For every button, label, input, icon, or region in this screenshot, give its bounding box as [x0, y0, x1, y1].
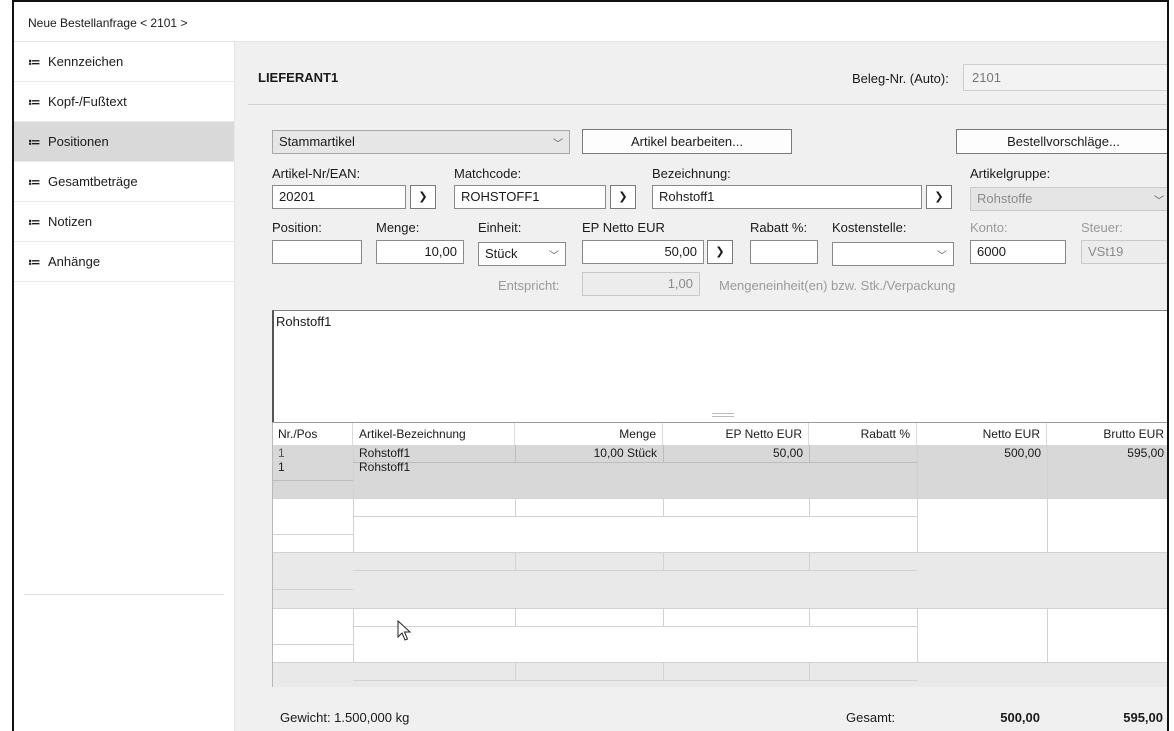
cell-menge: 10,00 Stück	[593, 446, 657, 460]
table-row-empty[interactable]	[273, 662, 1167, 688]
list-icon: ≔	[28, 134, 41, 149]
col-header-netto[interactable]: Netto EUR	[917, 423, 1047, 445]
artikelnr-label: Artikel-Nr/EAN:	[272, 166, 361, 181]
matchcode-label: Matchcode:	[454, 166, 522, 181]
table-row-empty[interactable]	[273, 552, 1167, 608]
splitter-grip[interactable]	[712, 413, 734, 417]
sidebar-item-gesamtbetraege[interactable]: ≔ Gesamtbeträge	[14, 162, 234, 202]
cell-nr: 1	[278, 446, 285, 460]
chevron-down-icon: ﹀	[1154, 196, 1164, 207]
total-brutto: 595,00	[1123, 710, 1163, 725]
konto-label: Konto:	[970, 220, 1008, 235]
cell-bezeichnung: Rohstoff1	[359, 446, 411, 460]
bezeichnung-label: Bezeichnung:	[652, 166, 731, 181]
ep-dropdown-button[interactable]: ❯	[707, 240, 733, 264]
supplier-name: LIEFERANT1	[258, 70, 339, 85]
positions-grid: Nr./Pos Artikel-Bezeichnung Menge EP Net…	[272, 422, 1167, 688]
sidebar-item-label: Kennzeichen	[48, 54, 124, 69]
cell-bezeichnung-2: Rohstoff1	[359, 460, 411, 474]
menge-input[interactable]: 10,00	[376, 240, 464, 264]
bezeichnung-input[interactable]: Rohstoff1	[652, 185, 922, 209]
article-type-value: Stammartikel	[279, 134, 355, 149]
kostenstelle-select[interactable]: ﹀	[832, 242, 954, 266]
sidebar-item-kennzeichen[interactable]: ≔ Kennzeichen	[14, 42, 234, 82]
header-divider	[248, 104, 1167, 105]
einheit-select[interactable]: Stück ﹀	[478, 242, 566, 266]
sidebar-item-label: Anhänge	[48, 254, 101, 269]
artikelgruppe-value: Rohstoffe	[977, 191, 1033, 206]
col-header-rabatt[interactable]: Rabatt %	[809, 423, 917, 445]
sidebar-item-label: Gesamtbeträge	[48, 174, 138, 189]
chevron-down-icon: ﹀	[549, 251, 559, 262]
kostenstelle-label: Kostenstelle:	[832, 220, 907, 235]
chevron-down-icon: ❯	[934, 191, 944, 203]
list-icon: ≔	[28, 174, 41, 189]
cell-netto: 500,00	[1004, 446, 1041, 460]
grid-footer: Gewicht: 1.500,000 kg Gesamt: 500,00 595…	[272, 687, 1167, 731]
rabatt-input[interactable]	[750, 240, 818, 264]
chevron-down-icon: ❯	[715, 246, 725, 258]
col-header-ep-netto[interactable]: EP Netto EUR	[663, 423, 809, 445]
steuer-field: VSt19	[1081, 240, 1167, 264]
cell-brutto: 595,00	[1127, 446, 1164, 460]
steuer-label: Steuer:	[1081, 220, 1123, 235]
rabatt-label: Rabatt %:	[750, 220, 808, 235]
sidebar: ≔ Kennzeichen ≔ Kopf-/Fußtext ≔ Position…	[14, 42, 235, 731]
list-icon: ≔	[28, 94, 41, 109]
position-input[interactable]	[272, 240, 362, 264]
cell-ep: 50,00	[772, 446, 803, 460]
sidebar-item-positionen[interactable]: ≔ Positionen	[14, 122, 234, 162]
entspricht-text: Mengeneinheit(en) bzw. Stk./Verpackung	[719, 278, 956, 293]
entspricht-field: 1,00	[582, 272, 700, 296]
einheit-label: Einheit:	[478, 220, 522, 235]
list-icon: ≔	[28, 54, 41, 69]
positions-panel: LIEFERANT1 Beleg-Nr. (Auto): 2101 Stamma…	[236, 42, 1167, 731]
col-header-brutto[interactable]: Brutto EUR	[1047, 423, 1167, 445]
sidebar-item-kopf-fusstext[interactable]: ≔ Kopf-/Fußtext	[14, 82, 234, 122]
chevron-down-icon: ﹀	[553, 139, 563, 150]
bezeichnung-dropdown-button[interactable]: ❯	[926, 185, 952, 209]
artikelnr-dropdown-button[interactable]: ❯	[410, 185, 436, 209]
sidebar-item-label: Notizen	[48, 214, 93, 229]
order-suggestions-button[interactable]: Bestellvorschläge...	[956, 129, 1167, 154]
chevron-down-icon: ❯	[418, 191, 428, 203]
artikelnr-input[interactable]: 20201	[272, 185, 406, 209]
order-request-window: Neue Bestellanfrage < 2101 > ≔ Kennzeich…	[12, 0, 1169, 731]
beleg-nr-label: Beleg-Nr. (Auto):	[852, 71, 949, 86]
ep-netto-label: EP Netto EUR	[582, 220, 665, 235]
article-type-select[interactable]: Stammartikel ﹀	[272, 130, 570, 154]
artikelgruppe-select: Rohstoffe ﹀	[970, 187, 1167, 211]
entspricht-label: Entspricht:	[498, 278, 560, 293]
chevron-down-icon: ❯	[618, 191, 628, 203]
chevron-down-icon: ﹀	[937, 251, 947, 262]
sidebar-item-notizen[interactable]: ≔ Notizen	[14, 202, 234, 242]
edit-article-button[interactable]: Artikel bearbeiten...	[582, 129, 792, 154]
matchcode-dropdown-button[interactable]: ❯	[610, 185, 636, 209]
sidebar-item-label: Positionen	[48, 134, 109, 149]
list-icon: ≔	[28, 214, 41, 229]
mouse-pointer-icon	[397, 620, 412, 641]
artikelgruppe-label: Artikelgruppe:	[970, 166, 1051, 181]
col-header-nr-pos[interactable]: Nr./Pos	[273, 423, 353, 445]
col-header-artikel-bezeichnung[interactable]: Artikel-Bezeichnung	[353, 423, 515, 445]
total-label: Gesamt:	[846, 710, 896, 725]
menge-label: Menge:	[376, 220, 420, 235]
sidebar-divider	[24, 594, 224, 595]
beleg-nr-field: 2101	[963, 64, 1167, 91]
cell-pos: 1	[278, 460, 285, 474]
total-weight: Gewicht: 1.500,000 kg	[280, 710, 410, 725]
sidebar-item-anhaenge[interactable]: ≔ Anhänge	[14, 242, 234, 282]
sidebar-item-label: Kopf-/Fußtext	[48, 94, 127, 109]
konto-input[interactable]: 6000	[970, 240, 1066, 264]
window-title: Neue Bestellanfrage < 2101 >	[14, 2, 1167, 42]
einheit-value: Stück	[485, 246, 518, 261]
matchcode-input[interactable]: ROHSTOFF1	[454, 185, 606, 209]
ep-netto-input[interactable]: 50,00	[582, 240, 704, 264]
position-label: Position:	[272, 220, 322, 235]
total-netto: 500,00	[1000, 710, 1040, 725]
col-header-menge[interactable]: Menge	[515, 423, 663, 445]
list-icon: ≔	[28, 254, 41, 269]
